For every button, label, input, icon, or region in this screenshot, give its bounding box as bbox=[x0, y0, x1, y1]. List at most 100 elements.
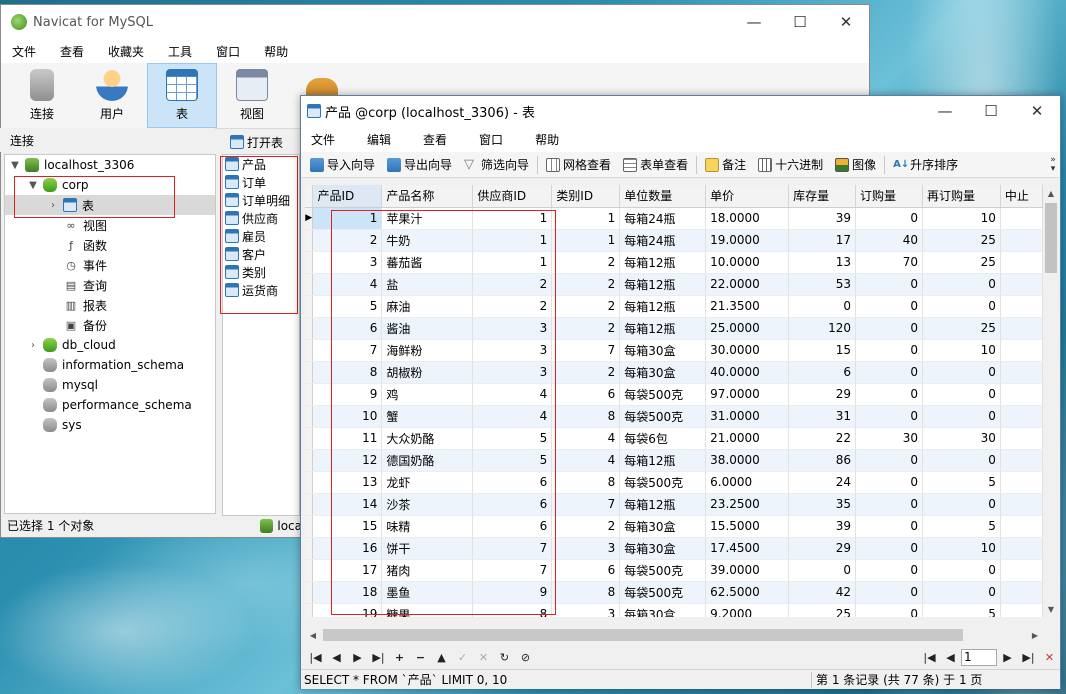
current-row-pointer-icon[interactable]: ▶ bbox=[305, 207, 314, 230]
table-cell[interactable]: 0 bbox=[855, 449, 923, 472]
chevron-right-icon[interactable]: › bbox=[47, 200, 59, 211]
prev-record-icon[interactable]: ◀ bbox=[326, 651, 347, 664]
table-cell[interactable]: 5 bbox=[922, 603, 1001, 617]
table-cell[interactable]: 39 bbox=[788, 515, 857, 538]
table-cell[interactable]: 25 bbox=[788, 603, 857, 617]
table-cell[interactable]: 1 bbox=[472, 207, 553, 230]
table-cell[interactable]: 9 bbox=[312, 383, 383, 406]
import-wizard-button[interactable]: 导入向导 bbox=[304, 154, 381, 176]
table-cell[interactable]: 每箱24瓶 bbox=[619, 207, 707, 230]
table-row[interactable]: 9 鸡 4 6 每袋500克 97.0000 29 0 0 bbox=[305, 383, 1043, 406]
table-cell[interactable]: 25 bbox=[922, 229, 1001, 252]
table-cell[interactable] bbox=[1000, 339, 1043, 362]
menu-tools[interactable]: 工具 bbox=[161, 43, 199, 60]
table-cell[interactable]: 1 bbox=[312, 207, 383, 230]
table-row[interactable]: 6 酱油 3 2 每箱12瓶 25.0000 120 0 25 bbox=[305, 317, 1043, 340]
table-cell[interactable]: 鸡 bbox=[381, 383, 474, 406]
table-row[interactable]: 17 猪肉 7 6 每袋500克 39.0000 0 0 0 bbox=[305, 559, 1043, 582]
table-cell[interactable]: 9.2000 bbox=[705, 603, 790, 617]
table-cell[interactable]: 0 bbox=[855, 339, 923, 362]
table-cell[interactable]: 62.5000 bbox=[705, 581, 790, 604]
table-cell[interactable]: 0 bbox=[855, 295, 923, 318]
table-cell[interactable] bbox=[1000, 427, 1043, 450]
row-pointer[interactable] bbox=[305, 471, 314, 494]
table-cell[interactable]: 40.0000 bbox=[705, 361, 790, 384]
table-cell[interactable]: 每箱30盒 bbox=[619, 537, 707, 560]
table-cell[interactable]: 2 bbox=[551, 361, 621, 384]
table-cell[interactable]: 0 bbox=[855, 493, 923, 516]
table-cell[interactable]: 0 bbox=[855, 581, 923, 604]
table-cell[interactable]: 2 bbox=[551, 317, 621, 340]
row-pointer[interactable] bbox=[305, 603, 314, 617]
object-item-order-details[interactable]: 订单明细 bbox=[223, 191, 299, 209]
table-row[interactable]: 4 盐 2 2 每箱12瓶 22.0000 53 0 0 bbox=[305, 273, 1043, 296]
table-row[interactable]: 11 大众奶酪 5 4 每袋6包 21.0000 22 30 30 bbox=[305, 427, 1043, 450]
table-cell[interactable]: 4 bbox=[472, 405, 553, 428]
tree-item-queries[interactable]: ▤ 查询 bbox=[5, 275, 215, 295]
table-row[interactable]: 15 味精 6 2 每箱30盒 15.5000 39 0 5 bbox=[305, 515, 1043, 538]
hex-button[interactable]: 十六进制 bbox=[752, 154, 829, 176]
table-cell[interactable]: 2 bbox=[312, 229, 383, 252]
table-cell[interactable]: 24 bbox=[788, 471, 857, 494]
table-cell[interactable]: 每箱12瓶 bbox=[619, 449, 707, 472]
table-cell[interactable]: 23.2500 bbox=[705, 493, 790, 516]
menu-file[interactable]: 文件 bbox=[305, 131, 341, 148]
column-header-supplier-id[interactable]: 供应商ID bbox=[472, 185, 553, 208]
table-row[interactable]: 3 蕃茄酱 1 2 每箱12瓶 10.0000 13 70 25 bbox=[305, 251, 1043, 274]
table-cell[interactable]: 每箱30盒 bbox=[619, 361, 707, 384]
open-table-button[interactable]: 打开表 bbox=[247, 134, 283, 151]
table-cell[interactable]: 9 bbox=[472, 581, 553, 604]
table-cell[interactable]: 盐 bbox=[381, 273, 474, 296]
table-cell[interactable]: 0 bbox=[922, 383, 1001, 406]
table-cell[interactable]: 8 bbox=[551, 581, 621, 604]
last-page-icon[interactable]: ▶| bbox=[1018, 651, 1039, 664]
table-cell[interactable]: 12 bbox=[312, 449, 383, 472]
table-cell[interactable]: 3 bbox=[312, 251, 383, 274]
table-cell[interactable]: 每箱24瓶 bbox=[619, 229, 707, 252]
table-cell[interactable]: 胡椒粉 bbox=[381, 361, 474, 384]
table-cell[interactable]: 每袋500克 bbox=[619, 405, 707, 428]
table-cell[interactable]: 0 bbox=[855, 383, 923, 406]
table-cell[interactable]: 13 bbox=[788, 251, 857, 274]
confirm-icon[interactable]: ✓ bbox=[452, 651, 473, 664]
table-cell[interactable]: 17 bbox=[312, 559, 383, 582]
table-cell[interactable]: 97.0000 bbox=[705, 383, 790, 406]
table-cell[interactable] bbox=[1000, 405, 1043, 428]
next-record-icon[interactable]: ▶ bbox=[347, 651, 368, 664]
column-header-discontinued[interactable]: 中止 bbox=[1000, 185, 1043, 208]
table-cell[interactable]: 0 bbox=[922, 405, 1001, 428]
close-button[interactable]: ✕ bbox=[1014, 96, 1060, 126]
table-cell[interactable]: 蟹 bbox=[381, 405, 474, 428]
table-cell[interactable]: 每箱30盒 bbox=[619, 339, 707, 362]
table-cell[interactable]: 42 bbox=[788, 581, 857, 604]
table-cell[interactable]: 1 bbox=[472, 229, 553, 252]
table-cell[interactable]: 0 bbox=[855, 471, 923, 494]
table-cell[interactable]: 2 bbox=[551, 273, 621, 296]
table-cell[interactable]: 6 bbox=[472, 493, 553, 516]
table-cell[interactable] bbox=[1000, 581, 1043, 604]
menu-window[interactable]: 窗口 bbox=[209, 43, 247, 60]
table-cell[interactable]: 21.3500 bbox=[705, 295, 790, 318]
table-cell[interactable]: 0 bbox=[855, 273, 923, 296]
table-cell[interactable]: 每箱30盒 bbox=[619, 515, 707, 538]
table-cell[interactable] bbox=[1000, 515, 1043, 538]
vertical-scroll-thumb[interactable] bbox=[1045, 203, 1057, 273]
table-cell[interactable]: 18.0000 bbox=[705, 207, 790, 230]
row-pointer[interactable] bbox=[305, 537, 314, 560]
table-cell[interactable]: 每袋500克 bbox=[619, 471, 707, 494]
table-cell[interactable]: 70 bbox=[855, 251, 923, 274]
next-page-icon[interactable]: ▶ bbox=[997, 651, 1018, 664]
table-cell[interactable]: 猪肉 bbox=[381, 559, 474, 582]
table-cell[interactable] bbox=[1000, 559, 1043, 582]
column-header-product-name[interactable]: 产品名称 bbox=[381, 185, 474, 208]
table-row[interactable]: 18 墨鱼 9 8 每袋500克 62.5000 42 0 0 bbox=[305, 581, 1043, 604]
add-record-icon[interactable]: + bbox=[389, 651, 410, 664]
table-cell[interactable]: 沙茶 bbox=[381, 493, 474, 516]
image-button[interactable]: 图像 bbox=[829, 154, 882, 176]
table-cell[interactable]: 0 bbox=[788, 295, 857, 318]
table-cell[interactable]: 10.0000 bbox=[705, 251, 790, 274]
tree-item-backups[interactable]: ▣ 备份 bbox=[5, 315, 215, 335]
table-cell[interactable]: 25 bbox=[922, 317, 1001, 340]
scroll-up-icon[interactable]: ▲ bbox=[1043, 185, 1059, 201]
table-cell[interactable]: 2 bbox=[551, 295, 621, 318]
